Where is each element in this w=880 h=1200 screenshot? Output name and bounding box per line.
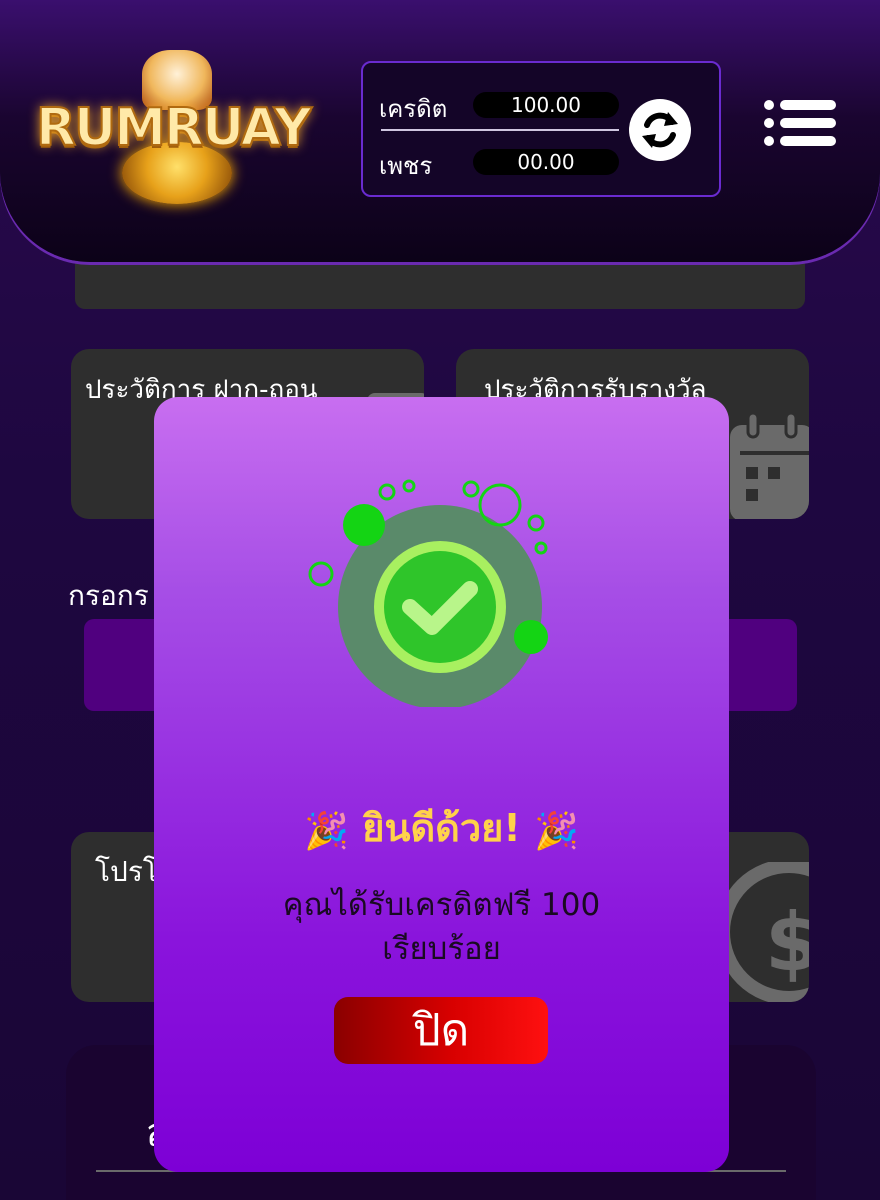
party-popper-icon: 🎉 [304,810,349,852]
refresh-button[interactable] [629,99,691,161]
dollar-coin-icon: $ [719,862,809,1002]
diamond-value: 00.00 [473,149,619,175]
refresh-icon [642,112,678,148]
credit-value: 100.00 [473,92,619,118]
congrats-text: ยินดีด้วย! [362,806,521,850]
svg-text:$: $ [765,896,809,989]
promotion-label: โปรโ [95,855,158,888]
calendar-icon [730,411,809,519]
balance-divider [381,129,619,131]
credit-label: เครดิต [379,95,448,123]
close-button[interactable]: ปิด [334,997,548,1064]
success-check-icon [308,479,548,707]
hamburger-menu-icon[interactable] [764,100,836,146]
diamond-label: เพชร [379,152,433,180]
modal-message: คุณได้รับเครดิตฟรี 100 เรียบร้อย [214,883,669,971]
header: RUMRUAY เครดิต 100.00 เพชร 00.00 [0,0,880,262]
success-modal: 🎉 ยินดีด้วย! 🎉 คุณได้รับเครดิตฟรี 100 เร… [154,397,729,1172]
logo-text: RUMRUAY [35,97,313,159]
modal-title: 🎉 ยินดีด้วย! 🎉 [154,797,729,858]
modal-message-line1: คุณได้รับเครดิตฟรี 100 [282,887,601,923]
rumruay-logo[interactable]: RUMRUAY [30,50,330,210]
page: RUMRUAY เครดิต 100.00 เพชร 00.00 ประวัติ… [0,0,880,1200]
balance-box: เครดิต 100.00 เพชร 00.00 [361,61,721,197]
party-popper-icon: 🎉 [534,810,579,852]
modal-message-line2: เรียบร้อย [382,931,501,967]
form-label: กรอกร [68,579,149,612]
